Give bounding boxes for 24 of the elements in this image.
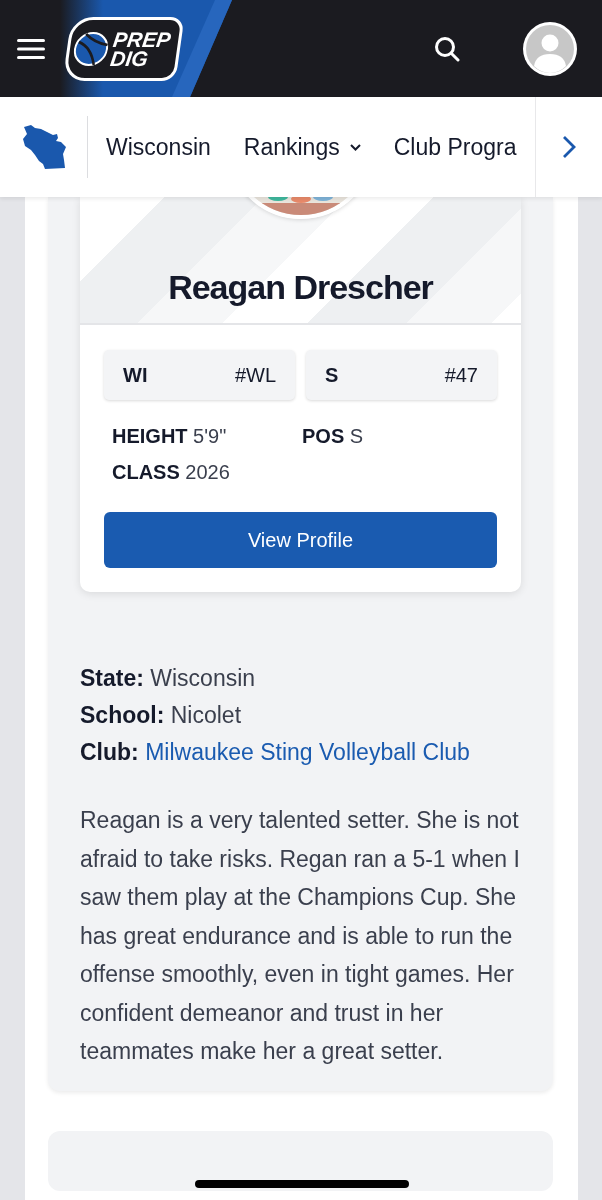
attribute-text: HEIGHT 5'9" <box>112 425 228 448</box>
nav-link[interactable]: Club Progra <box>393 133 517 161</box>
logo-text: PREP DIG <box>109 29 172 68</box>
player-name: Reagan Drescher <box>168 268 433 307</box>
detail-text: School: Nicolet <box>80 701 243 730</box>
attribute-text: POS S <box>302 425 365 448</box>
nav-dropdown[interactable]: Rankings <box>243 133 361 161</box>
bio-paragraph: Reagan is a very talented setter. She is not afraid to take risks. Regan ran a 5-1 when I saw them play at the Champions Cup. She has great endurance and is able to run the offense smoothly, even in tight games. Her confident demeanor and trust in her teammates make her a great setter. <box>80 806 521 1066</box>
state-map-icon[interactable] <box>20 124 67 170</box>
club-link[interactable]: Milwaukee Sting Volleyball Club <box>145 739 470 765</box>
menu-icon[interactable] <box>17 38 45 59</box>
user-avatar-icon[interactable] <box>522 20 578 77</box>
nav-link[interactable]: Wisconsin <box>106 133 211 161</box>
detail-text: State: Wisconsin <box>80 664 257 693</box>
badge-rank: #47 <box>444 363 478 387</box>
nav-link-label: Rankings <box>243 133 340 161</box>
badge-rank: #WL <box>234 363 276 387</box>
detail-text: Club: Milwaukee Sting Volleyball Club <box>80 738 471 767</box>
badge-label: WI <box>123 363 148 387</box>
attribute-text: CLASS 2026 <box>112 461 231 484</box>
view-profile-button[interactable]: View Profile <box>104 512 497 568</box>
badge-label: S <box>325 363 339 387</box>
search-icon[interactable] <box>434 35 460 62</box>
chevron-right-icon[interactable] <box>562 135 576 159</box>
